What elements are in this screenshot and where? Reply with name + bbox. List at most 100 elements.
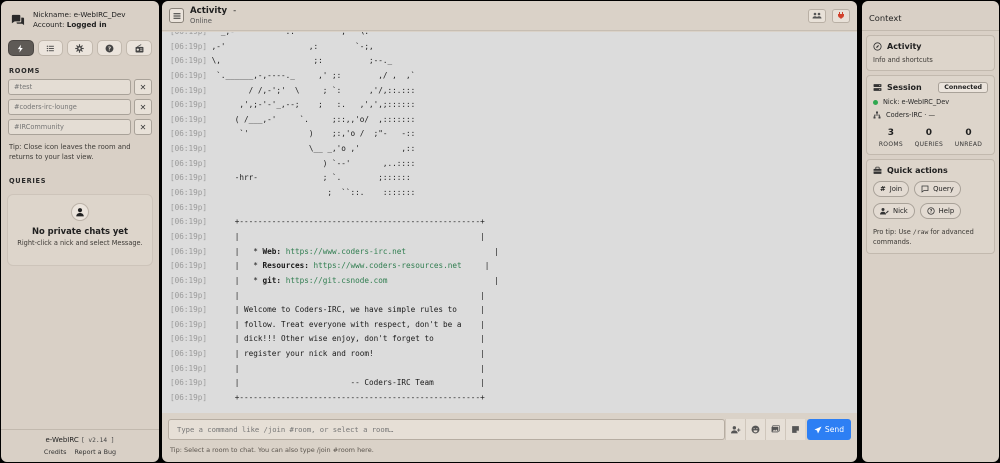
nick-button[interactable]: Nick [873,203,915,219]
session-network: Coders-IRC · — [886,111,936,119]
composer: Send [168,419,851,440]
menu-toggle-button[interactable] [169,8,184,23]
log-timestamp: [06:19p] [170,70,208,80]
message-log[interactable]: [06:19p] _,-' `:. , \:[06:19p] ,-' ,: `-… [162,32,857,413]
log-message: | Welcome to Coders-IRC, we have simple … [207,305,485,315]
title-separator: - [233,5,237,16]
emoji-button[interactable] [745,419,765,440]
log-timestamp: [06:19p] [170,114,208,124]
log-label: git: [262,275,282,285]
help-button[interactable]: ? [96,40,123,56]
main-chat-area: Activity- Online [06:19p] _,-' `:. , \:[… [162,1,857,462]
log-timestamp: [06:19p] [170,231,208,241]
room-close-button[interactable]: ✕ [134,119,152,135]
raw-command: /raw [912,228,929,236]
log-timestamp: [06:19p] [162,32,207,40]
log-timestamp: [06:19p] [170,393,208,403]
room-input-ircommunity[interactable] [8,119,131,135]
radio-button[interactable] [126,40,152,56]
log-line: [06:19p] +------------------------------… [162,391,857,406]
notes-button[interactable] [785,419,805,440]
log-line: [06:19p] ,-' ,: `-;, [162,40,857,55]
activity-tab-button[interactable] [8,40,34,56]
status-badge: Connected [938,82,988,93]
log-timestamp: [06:19p] [170,290,208,300]
log-link[interactable]: https://git.csnode.com [286,276,388,285]
log-line: [06:19p] [162,201,857,216]
help-quick-button[interactable]: ? Help [919,203,962,219]
session-nick: Nick: e-WebIRC_Dev [883,98,950,106]
send-button[interactable]: Send [807,419,851,440]
session-network-row: Coders-IRC · — [873,111,988,119]
log-link[interactable]: https://www.coders-resources.net [313,261,461,270]
log-message: ( /___,-' `. ;::,,'o/ ,::::::: [207,114,416,124]
log-link[interactable]: https://www.coders-irc.net [286,247,406,256]
channel-list-button[interactable] [37,40,64,56]
log-message: | register your nick and room! | [207,349,485,359]
disconnect-button[interactable] [832,8,850,23]
log-timestamp: [06:19p] [170,261,208,271]
user-plus-icon [730,426,740,434]
log-message: | * git: https://git.csnode.com | [207,274,499,289]
report-bug-link[interactable]: Report a Bug [74,448,116,456]
log-message: `.______,-,----._ ,' ;: ,/ , ,` [207,70,416,80]
log-message: | | [207,363,485,373]
pro-tip: Pro tip: Use /raw for advanced commands. [873,228,974,246]
connection-status: Online [190,16,212,25]
log-timestamp: [06:19p] [170,305,208,315]
images-icon [771,425,780,433]
log-timestamp: [06:19p] [170,363,208,373]
log-message: | -- Coders-IRC Team | [207,378,485,388]
svg-text:?: ? [929,209,932,215]
query-label: Query [933,185,954,193]
user-edit-icon [880,208,889,215]
command-input[interactable] [168,419,725,440]
toolbox-icon [873,166,882,174]
context-title: Context [862,1,999,31]
log-text: | [406,246,499,256]
log-text: | * [207,261,263,271]
log-message: ) `--' ,..:::: [207,158,416,168]
log-label: Resources: [262,261,309,271]
room-input-test[interactable] [8,79,131,95]
log-line: [06:19p] | register your nick and room! … [162,347,857,362]
log-message: | dick!!! Other wise enjoy, don't forget… [207,334,485,344]
identity-block: Nickname: e-WebIRC_Dev Account: Logged i… [1,1,159,30]
session-title: Session [887,83,922,92]
log-line: [06:19p] | dick!!! Other wise enjoy, don… [162,332,857,347]
credits-link[interactable]: Credits [44,448,67,456]
log-line: [06:19p] +------------------------------… [162,215,857,230]
add-user-button[interactable] [725,419,745,440]
log-line: [06:19p] | -- Coders-IRC Team | [162,376,857,391]
log-message: \, ;: ;--._ [207,56,393,66]
settings-button[interactable] [67,40,93,56]
empty-queries-subtitle: Right-click a nick and select Message. [17,239,143,247]
log-message: -hrr- ; `. ;:::::: [207,173,411,183]
online-dot [873,99,878,105]
log-timestamp: [06:19p] [170,349,208,359]
log-line: [06:19p] `' ) ;:,'o / ;"- -:: [162,127,857,142]
log-line: [06:19p] | | [162,230,857,245]
users-button[interactable] [808,8,826,23]
image-upload-button[interactable] [765,419,785,440]
composer-hint: Tip: Select a room to chat. You can also… [170,446,374,454]
log-line: [06:19p] `.______,-,----._ ,' ;: ,/ , ,` [162,69,857,84]
log-line: [06:19p] / /,-';' \ ; `: ,'/,::.::: [162,84,857,99]
log-timestamp: [06:19p] [170,56,208,66]
activity-card-subtitle: Info and shortcuts [873,56,933,64]
avatar [71,203,89,221]
room-close-button[interactable]: ✕ [134,99,152,115]
room-input-coders-irc-lounge[interactable] [8,99,131,115]
join-button[interactable]: # Join [873,181,910,197]
room-close-button[interactable]: ✕ [134,79,152,95]
account-line: Account: Logged in [33,20,107,29]
sidebar-icon-bar: ? [1,30,159,56]
context-panel: Context Activity Info and shortcuts Sess… [862,1,999,462]
help-label: Help [938,207,955,215]
nickname-line: Nickname: e-WebIRC_Dev [33,10,126,19]
log-line: [06:19p] ,',;-'-'_,--; ; :. ,',',;:::::: [162,98,857,113]
server-icon [873,84,882,91]
nickname-value: e-WebIRC_Dev [73,10,126,19]
activity-card[interactable]: Activity Info and shortcuts [866,35,995,71]
query-button[interactable]: Query [914,181,961,197]
